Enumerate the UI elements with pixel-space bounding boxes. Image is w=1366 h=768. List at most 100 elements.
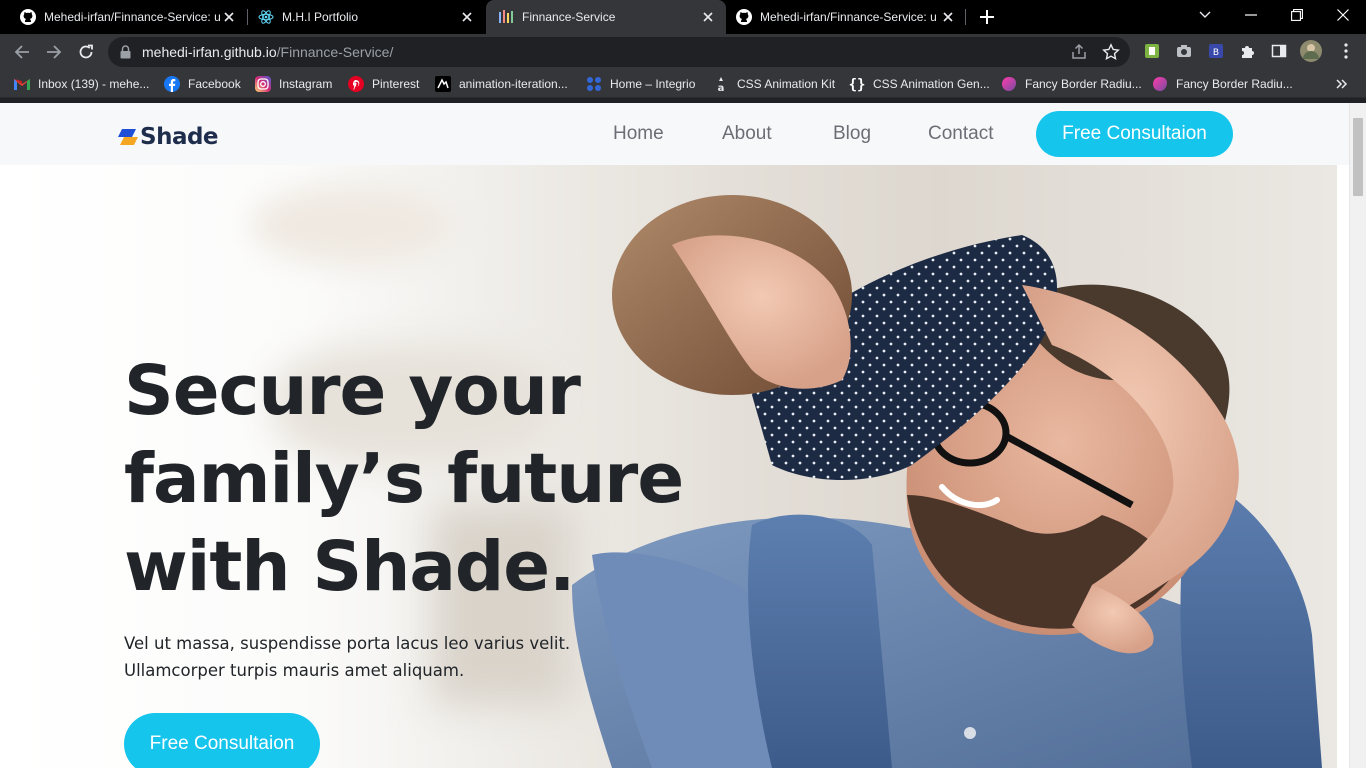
github-icon [736,9,752,25]
new-tab-button[interactable] [977,7,997,27]
camera-icon[interactable] [1175,42,1193,60]
page-scrollbar[interactable] [1349,103,1366,768]
back-button[interactable] [8,38,36,66]
bookmark-facebook[interactable]: Facebook [164,75,241,93]
svg-text:a: a [718,83,725,92]
bookmark-fancy-border-2[interactable]: Fancy Border Radiu... [1152,75,1293,93]
bookmark-star-icon[interactable] [1102,43,1120,66]
plus-icon [980,10,994,24]
site-logo[interactable]: Shade [118,123,219,151]
instagram-icon [255,76,271,92]
bookmarks-overflow-button[interactable] [1336,75,1348,93]
browser-tab-strip: Mehedi-irfan/Finnance-Service: u M.H.I P… [0,0,1366,34]
bookmark-label: animation-iteration... [459,77,568,91]
subtext-line: Vel ut massa, suspendisse porta lacus le… [124,634,571,653]
github-icon [20,9,36,25]
profile-avatar[interactable] [1300,40,1322,62]
double-chevron-right-icon [1336,79,1348,89]
tab-search-button[interactable] [1182,0,1228,30]
address-bar[interactable]: mehedi-irfan.github.io/Finnance-Service/ [108,37,1130,67]
bookmark-label: Pinterest [372,77,420,91]
restore-button[interactable] [1274,0,1320,30]
page-viewport: Secure your family’s future with Shade. … [0,103,1366,768]
bookmark-label: Home – Integrio [610,77,696,91]
side-panel-icon[interactable] [1270,42,1288,60]
bookmark-label: CSS Animation Kit [737,77,836,91]
reload-button[interactable] [72,38,100,66]
close-icon[interactable] [700,9,716,25]
bookmark-label: Facebook [188,77,241,91]
integrio-icon [586,76,602,92]
bookmark-pinterest[interactable]: Pinterest [348,75,419,93]
url-text: mehedi-irfan.github.io/Finnance-Service/ [142,44,393,60]
restore-icon [1291,9,1303,21]
react-icon [258,9,274,25]
close-window-button[interactable] [1320,0,1366,30]
bookmark-gmail[interactable]: Inbox (139) - mehe... [14,75,149,93]
finance-favicon [498,9,514,25]
bookmark-label: Fancy Border Radiu... [1176,77,1293,91]
nav-home-link[interactable]: Home [613,123,664,145]
url-host: mehedi-irfan.github.io [142,44,277,60]
bookmark-mdn[interactable]: animation-iteration... [435,75,568,93]
share-icon[interactable] [1070,43,1088,66]
bookmark-instagram[interactable]: Instagram [255,75,332,93]
bookmark-label: Instagram [279,77,333,91]
nav-free-consultation-button[interactable]: Free Consultaion [1036,111,1233,157]
chevron-down-icon [1199,11,1211,18]
hero-free-consultation-button[interactable]: Free Consultaion [124,713,320,768]
tab-separator [965,9,966,25]
tab-finance-service-active[interactable]: Finnance-Service [486,0,726,34]
logo-text: Shade [140,124,219,150]
bookmarks-bar: Inbox (139) - mehe... Facebook Instagram… [0,70,1366,98]
close-icon[interactable] [459,9,475,25]
url-path: /Finnance-Service/ [276,44,394,60]
extension-green-icon[interactable] [1143,42,1161,60]
bookmark-css-animation-kit[interactable]: a CSS Animation Kit [713,75,835,93]
css-kit-icon: a [713,76,729,92]
reload-icon [79,44,93,59]
forward-button[interactable] [40,38,68,66]
blob-icon [1152,76,1168,92]
subtext-line: Ullamcorper turpis mauris amet aliquam. [124,661,465,680]
nav-contact-link[interactable]: Contact [928,123,993,145]
arrow-left-icon [14,45,29,59]
tab-github-2[interactable]: Mehedi-irfan/Finnance-Service: u [716,0,966,34]
braces-icon: {} [849,76,865,92]
bookmark-css-animation-gen[interactable]: {} CSS Animation Gen... [849,75,990,93]
facebook-icon [164,76,180,92]
bookmark-label: Fancy Border Radiu... [1025,77,1142,91]
close-icon [1337,9,1349,21]
headline-line: with Shade. [124,527,575,607]
more-vert-icon[interactable] [1337,42,1355,60]
bookmark-fancy-border-1[interactable]: Fancy Border Radiu... [1001,75,1142,93]
bookmark-label: CSS Animation Gen... [873,77,990,91]
nav-blog-link[interactable]: Blog [833,123,871,145]
shade-logo-icon [118,129,138,145]
bookmark-integrio[interactable]: Home – Integrio [586,75,695,93]
minimize-button[interactable] [1228,0,1274,30]
close-icon[interactable] [940,9,956,25]
headline-line: family’s future [124,439,684,519]
tab-title: Mehedi-irfan/Finnance-Service: u [760,10,937,24]
tab-title: M.H.I Portfolio [282,10,359,24]
tab-portfolio[interactable]: M.H.I Portfolio [238,0,485,34]
gmail-icon [14,76,30,92]
tab-github-1[interactable]: Mehedi-irfan/Finnance-Service: u [0,0,247,34]
lock-icon[interactable] [120,45,131,64]
hero-subtext: Vel ut massa, suspendisse porta lacus le… [124,630,594,684]
scrollbar-thumb[interactable] [1353,118,1363,196]
extension-blue-icon[interactable]: B [1207,42,1225,60]
hero-section: Secure your family’s future with Shade. … [12,165,1337,768]
tab-title: Mehedi-irfan/Finnance-Service: u [44,10,221,24]
puzzle-icon[interactable] [1238,42,1256,60]
mdn-icon [435,76,451,92]
site-navbar: Shade Home About Blog Contact Free Consu… [0,103,1349,165]
bookmark-label: Inbox (139) - mehe... [38,77,150,91]
minimize-icon [1245,14,1257,16]
browser-toolbar: mehedi-irfan.github.io/Finnance-Service/… [0,34,1366,70]
close-icon[interactable] [221,9,237,25]
nav-about-link[interactable]: About [722,123,772,145]
headline-line: Secure your [124,351,581,431]
svg-text:{}: {} [849,77,865,92]
